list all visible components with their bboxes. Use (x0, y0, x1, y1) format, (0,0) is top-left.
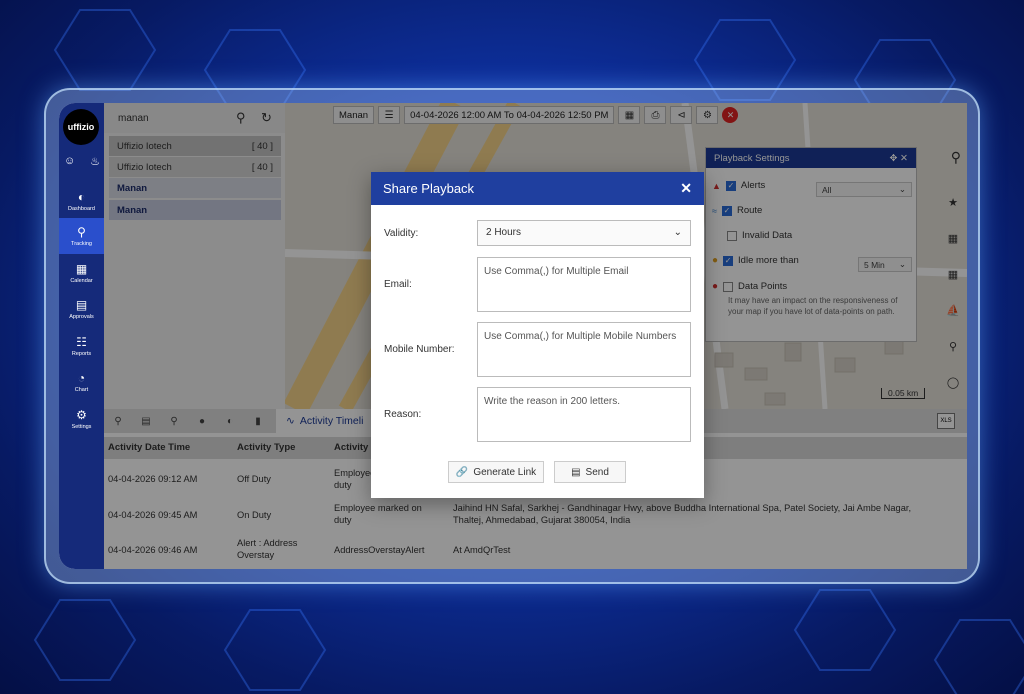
close-icon[interactable]: ✕ (680, 180, 692, 197)
approvals-icon: ▤ (75, 297, 88, 312)
share-playback-dialog: Share Playback ✕ Validity: 2 Hours ⌄ Ema… (371, 172, 704, 498)
send-button[interactable]: ▤ Send (554, 461, 626, 483)
nav-reports[interactable]: ☷ Reports (59, 328, 104, 364)
chevron-down-icon: ⌄ (673, 227, 682, 238)
calendar-icon: ▦ (75, 261, 88, 276)
nav-tracking[interactable]: ⚲ Tracking (59, 218, 104, 254)
nav-approvals[interactable]: ▤ Approvals (59, 291, 104, 327)
reports-icon: ☷ (76, 334, 87, 349)
nav-dashboard[interactable]: ◐ Dashboard (59, 183, 104, 219)
nav-chart[interactable]: ◔ Chart (59, 364, 104, 400)
save-icon: ▤ (571, 466, 581, 478)
validity-label: Validity: (384, 228, 419, 239)
reason-field[interactable]: Write the reason in 200 letters. (477, 387, 691, 442)
bell-icon[interactable]: ♨ (90, 155, 100, 168)
mobile-label: Mobile Number: (384, 344, 455, 355)
tracking-icon: ⚲ (77, 224, 86, 239)
brand-logo: uffizio (63, 109, 99, 145)
email-field[interactable]: Use Comma(,) for Multiple Email (477, 257, 691, 312)
validity-select[interactable]: 2 Hours ⌄ (477, 220, 691, 246)
settings-icon: ⚙ (76, 407, 87, 422)
email-label: Email: (384, 279, 412, 290)
reason-label: Reason: (384, 409, 422, 420)
nav-settings[interactable]: ⚙ Settings (59, 401, 104, 437)
nav-calendar[interactable]: ▦ Calendar (59, 255, 104, 291)
dialog-title: Share Playback (383, 181, 475, 196)
mobile-field[interactable]: Use Comma(,) for Multiple Mobile Numbers (477, 322, 691, 377)
chart-icon: ◔ (77, 370, 86, 385)
user-icon[interactable]: ☺ (64, 155, 75, 168)
dialog-header: Share Playback ✕ (371, 172, 704, 205)
dashboard-icon: ◐ (77, 189, 86, 204)
nav-top-icons: ☺ ♨ (64, 155, 100, 168)
generate-link-button[interactable]: 🔗 Generate Link (448, 461, 544, 483)
side-nav: uffizio ☺ ♨ ◐ Dashboard ⚲ Tracking ▦ Cal… (59, 103, 104, 569)
link-icon: 🔗 (455, 466, 469, 478)
